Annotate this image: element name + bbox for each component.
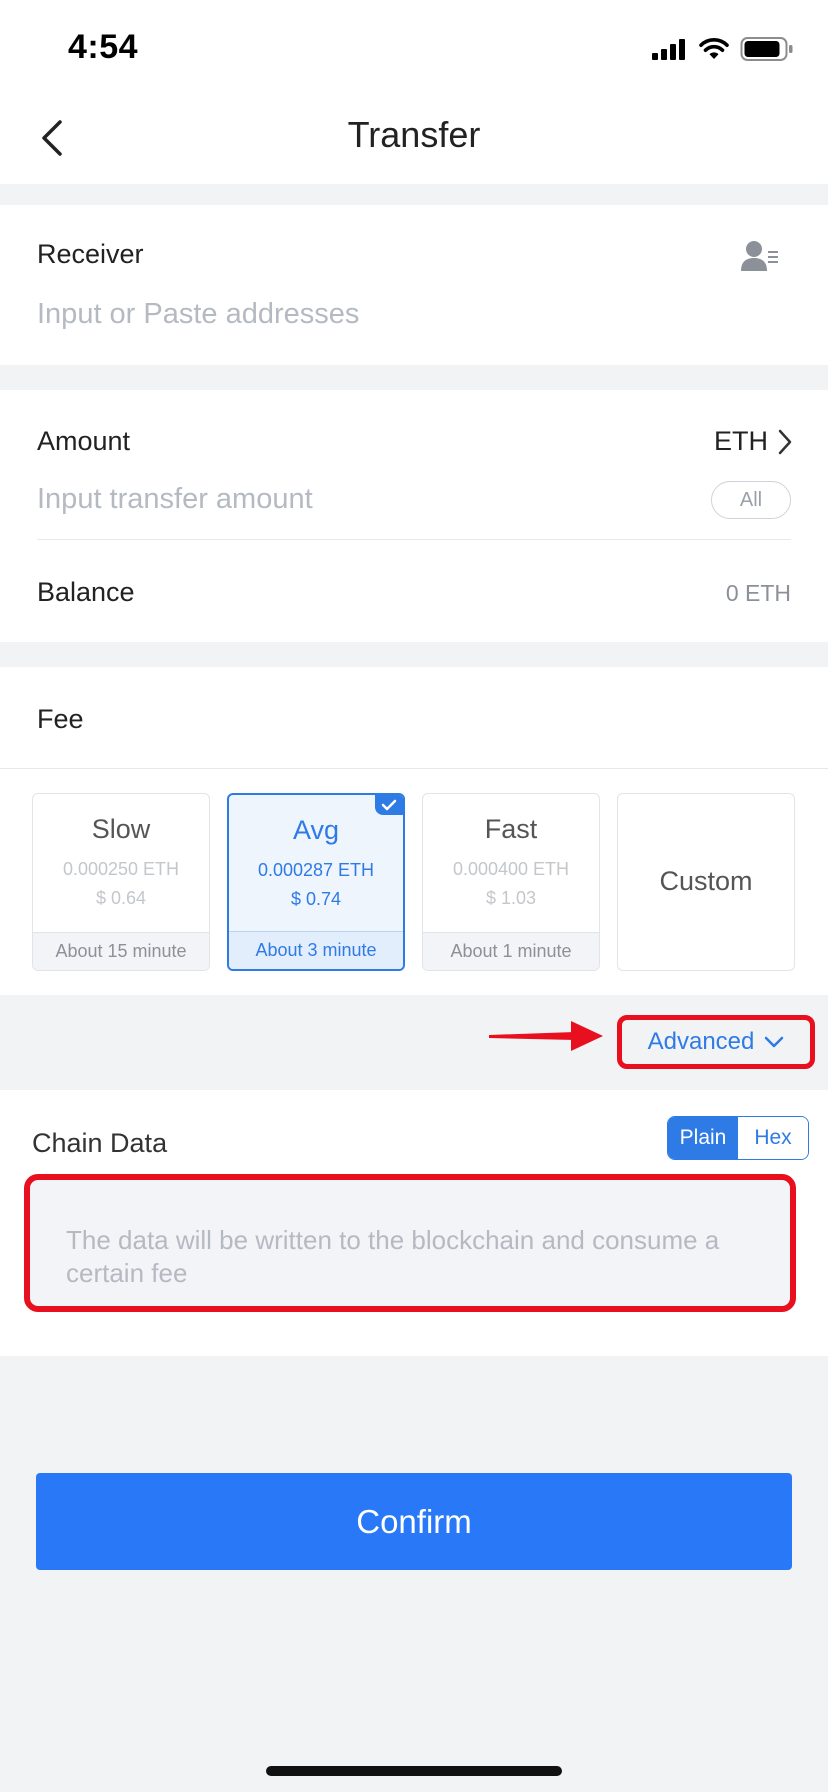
plain-mode-button[interactable]: Plain <box>668 1117 738 1159</box>
fee-option-custom[interactable]: Custom <box>617 793 795 971</box>
fee-option-eth: 0.000250 ETH <box>62 859 180 879</box>
checkmark-icon <box>381 799 397 811</box>
fee-label: Fee <box>37 704 84 734</box>
fee-section: Fee Slow 0.000250 ETH $ 0.64 About 15 mi… <box>0 667 828 995</box>
fee-option-eth: 0.000287 ETH <box>257 860 375 880</box>
fee-option-time: About 1 minute <box>423 932 599 970</box>
advanced-row: Advanced <box>0 995 828 1090</box>
fee-option-name: Avg <box>292 815 340 845</box>
fee-option-name: Slow <box>91 814 151 844</box>
receiver-section: Receiver Input or Paste addresses <box>0 205 828 365</box>
token-label: ETH <box>714 426 768 456</box>
chain-data-label: Chain Data <box>32 1128 168 1158</box>
amount-input[interactable]: Input transfer amount <box>37 483 313 516</box>
fee-option-slow[interactable]: Slow 0.000250 ETH $ 0.64 About 15 minute <box>32 793 210 971</box>
advanced-label: Advanced <box>647 1028 755 1055</box>
selected-badge <box>375 795 403 815</box>
fee-divider <box>0 768 828 769</box>
receiver-address-input[interactable]: Input or Paste addresses <box>37 298 359 331</box>
transfer-screen: 4:54 Transfer Receiver Input or Paste ad… <box>0 0 828 1792</box>
contact-list-button[interactable] <box>740 239 780 273</box>
receiver-label: Receiver <box>37 239 144 269</box>
home-indicator <box>266 1766 562 1776</box>
amount-section: Amount ETH Input transfer amount All Bal… <box>0 390 828 642</box>
chain-data-placeholder: The data will be written to the blockcha… <box>66 1225 720 1288</box>
nav-bar: Transfer <box>0 92 828 184</box>
page-title: Transfer <box>347 114 481 155</box>
status-bar: 4:54 <box>0 0 828 92</box>
all-button[interactable]: All <box>711 481 791 519</box>
hex-mode-button[interactable]: Hex <box>738 1117 808 1159</box>
fee-option-eth: 0.000400 ETH <box>452 859 570 879</box>
chain-data-section: Chain Data Plain Hex The data will be wr… <box>0 1090 828 1356</box>
fee-option-usd: $ 0.64 <box>95 888 147 908</box>
fee-option-time: About 15 minute <box>33 932 209 970</box>
balance-value: 0 ETH <box>725 580 791 606</box>
fee-option-usd: $ 1.03 <box>485 888 537 908</box>
status-time: 4:54 <box>68 28 139 66</box>
contact-list-icon <box>741 241 778 271</box>
data-mode-toggle: Plain Hex <box>667 1116 809 1160</box>
signal-icon <box>652 39 685 60</box>
amount-divider <box>37 539 791 540</box>
fee-option-name: Fast <box>484 814 538 844</box>
fee-option-name: Custom <box>659 866 753 896</box>
fee-options: Slow 0.000250 ETH $ 0.64 About 15 minute… <box>32 793 795 971</box>
fee-option-fast[interactable]: Fast 0.000400 ETH $ 1.03 About 1 minute <box>422 793 600 971</box>
amount-label: Amount <box>37 426 131 456</box>
fee-option-avg[interactable]: Avg 0.000287 ETH $ 0.74 About 3 minute <box>227 793 405 971</box>
status-icons <box>652 36 794 62</box>
annotation-arrow-icon <box>489 1021 603 1051</box>
wifi-icon <box>699 38 729 59</box>
fee-option-time: About 3 minute <box>229 931 403 969</box>
balance-label: Balance <box>37 577 135 607</box>
battery-icon <box>740 37 793 61</box>
token-selector[interactable]: ETH <box>714 426 792 457</box>
advanced-toggle[interactable]: Advanced <box>617 1015 815 1069</box>
fee-option-usd: $ 0.74 <box>290 889 342 909</box>
chevron-right-icon <box>778 429 792 454</box>
confirm-button[interactable]: Confirm <box>36 1473 792 1570</box>
chain-data-input[interactable]: The data will be written to the blockcha… <box>24 1174 796 1312</box>
chevron-down-icon <box>765 1036 784 1048</box>
